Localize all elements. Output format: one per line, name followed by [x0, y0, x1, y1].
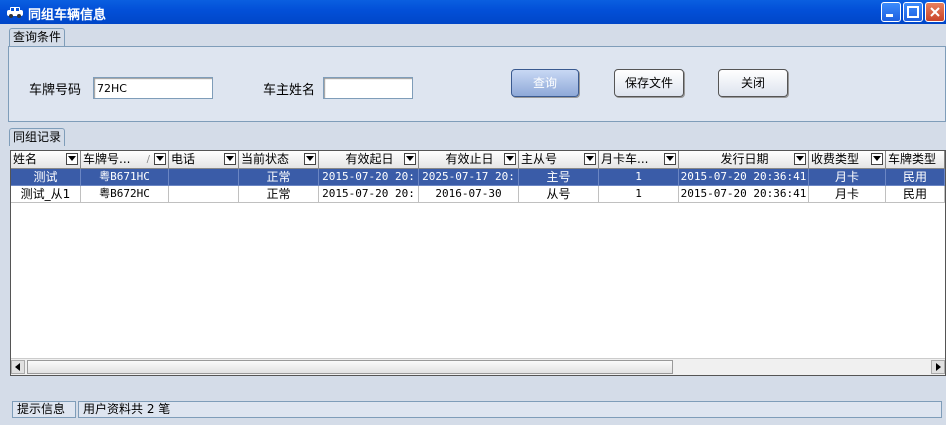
arrow-left-icon	[15, 363, 20, 371]
close-button[interactable]: 关闭	[718, 69, 788, 97]
owner-label: 车主姓名	[263, 83, 316, 98]
filter-dropdown[interactable]	[224, 153, 236, 165]
tab-query-conditions[interactable]: 查询条件	[9, 28, 66, 46]
col-header-master-slave[interactable]: 主从号	[519, 151, 599, 169]
chevron-down-icon	[226, 156, 234, 161]
col-header-monthly-card[interactable]: 月卡车...	[599, 151, 679, 169]
col-header-valid-from[interactable]: 有效起日	[319, 151, 419, 169]
maximize-button[interactable]	[903, 2, 923, 22]
filter-dropdown[interactable]	[664, 153, 676, 165]
chevron-down-icon	[156, 156, 164, 161]
col-header-plate-type[interactable]: 车牌类型	[886, 151, 945, 169]
col-header-issue-date[interactable]: 发行日期	[679, 151, 809, 169]
owner-input[interactable]	[323, 77, 413, 99]
chevron-down-icon	[506, 156, 514, 161]
chevron-down-icon	[306, 156, 314, 161]
filter-dropdown[interactable]	[504, 153, 516, 165]
col-header-status[interactable]: 当前状态	[239, 151, 319, 169]
car-icon	[7, 7, 23, 18]
plate-label: 车牌号码	[29, 83, 82, 98]
filter-dropdown[interactable]	[871, 153, 883, 165]
filter-dropdown[interactable]	[404, 153, 416, 165]
scroll-left-button[interactable]	[11, 360, 25, 374]
table-row[interactable]: 测试 粤B671HC 正常 2015-07-20 20: 2025-07-17 …	[11, 169, 945, 186]
save-file-button[interactable]: 保存文件	[614, 69, 684, 97]
chevron-down-icon	[666, 156, 674, 161]
close-window-button[interactable]	[925, 2, 945, 22]
filter-dropdown[interactable]	[794, 153, 806, 165]
chevron-down-icon	[68, 156, 76, 161]
col-header-valid-to[interactable]: 有效止日	[419, 151, 519, 169]
filter-dropdown[interactable]	[584, 153, 596, 165]
close-icon	[930, 7, 940, 17]
col-header-fee-type[interactable]: 收费类型	[809, 151, 886, 169]
plate-input[interactable]	[93, 77, 213, 99]
col-header-phone[interactable]: 电话	[169, 151, 239, 169]
status-message: 用户资料共 2 笔	[78, 401, 942, 418]
chevron-down-icon	[586, 156, 594, 161]
chevron-down-icon	[873, 156, 881, 161]
filter-dropdown[interactable]	[304, 153, 316, 165]
chevron-down-icon	[406, 156, 414, 161]
records-grid[interactable]: 姓名 车牌号... / 电话 当前状态 有效起日 有效止日 主从号 月卡车... …	[10, 150, 946, 376]
maximize-icon	[907, 6, 919, 18]
chevron-down-icon	[796, 156, 804, 161]
minimize-icon	[886, 14, 893, 17]
sort-indicator: /	[146, 154, 150, 165]
window-title: 同组车辆信息	[28, 8, 107, 23]
query-panel: 车牌号码 车主姓名 查询 保存文件 关闭	[8, 46, 946, 122]
query-button[interactable]: 查询	[511, 69, 579, 97]
tab-group-records[interactable]: 同组记录	[9, 128, 66, 146]
arrow-right-icon	[936, 363, 941, 371]
filter-dropdown[interactable]	[66, 153, 78, 165]
status-label: 提示信息	[12, 401, 76, 418]
filter-dropdown[interactable]	[154, 153, 166, 165]
scrollbar-thumb[interactable]	[27, 360, 673, 374]
table-row[interactable]: 测试_从1 粤B672HC 正常 2015-07-20 20: 2016-07-…	[11, 186, 945, 203]
title-bar[interactable]: 同组车辆信息	[0, 0, 946, 24]
col-header-plate[interactable]: 车牌号... /	[81, 151, 169, 169]
grid-header: 姓名 车牌号... / 电话 当前状态 有效起日 有效止日 主从号 月卡车... …	[11, 151, 945, 169]
horizontal-scrollbar[interactable]	[11, 358, 945, 375]
minimize-button[interactable]	[881, 2, 901, 22]
scroll-right-button[interactable]	[931, 360, 945, 374]
col-header-name[interactable]: 姓名	[11, 151, 81, 169]
